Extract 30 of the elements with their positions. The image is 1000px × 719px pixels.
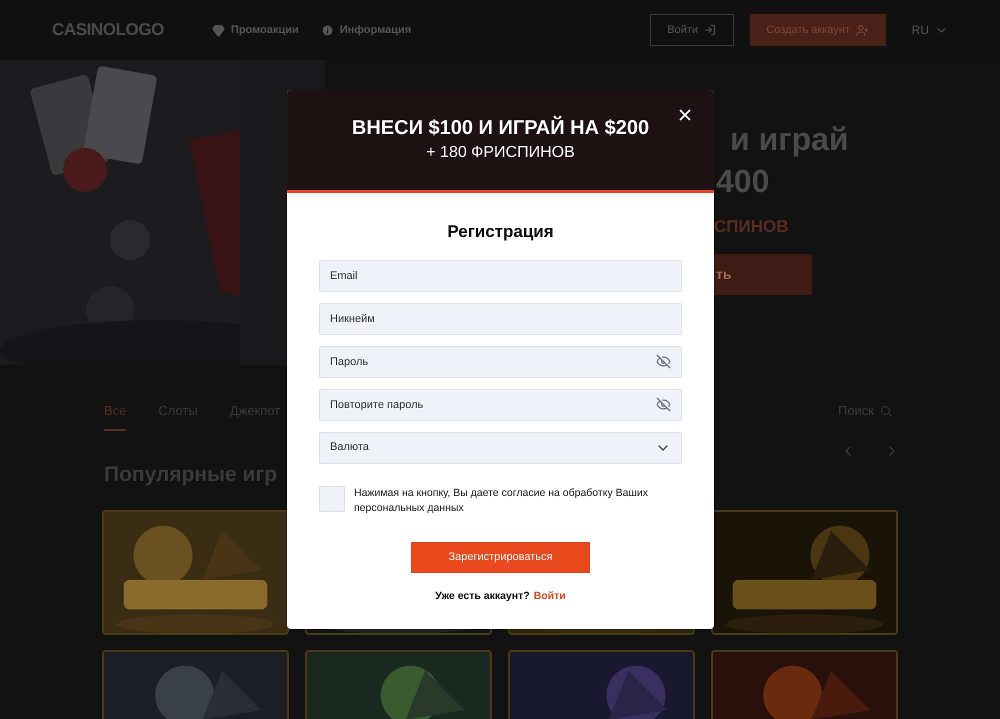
hero-bonus: СПИНОВ	[714, 216, 790, 238]
logo[interactable]: CASINOLOGO	[52, 17, 164, 43]
input-field[interactable]: Пароль	[319, 346, 682, 378]
currency-select[interactable]: Валюта	[319, 432, 682, 464]
register-button[interactable]: Зарегистрироваться	[411, 542, 590, 572]
add-user-icon	[856, 24, 869, 36]
search-icon	[880, 404, 892, 417]
hero-headline: 400	[715, 162, 770, 201]
info-icon	[320, 24, 334, 36]
hero-button[interactable]: ть	[714, 254, 812, 294]
consent-checkbox[interactable]	[319, 486, 345, 512]
diamond-icon	[212, 24, 225, 36]
category-tab[interactable]: Все	[104, 401, 126, 430]
input-field[interactable]: Email	[319, 260, 682, 292]
nav-link[interactable]: Промоакции	[212, 22, 299, 38]
input-field[interactable]: Никнейм	[319, 302, 682, 334]
dialog-heading: Регистрация	[446, 221, 555, 243]
nav-link[interactable]: Информация	[320, 22, 412, 38]
login-link[interactable]: Войти	[534, 588, 566, 604]
account-prompt: Уже есть аккаунт?	[435, 588, 530, 604]
hidden-eye-icon[interactable]	[656, 396, 671, 412]
promo-title: ВНЕСИ $100 И ИГРАЙ НА $200	[352, 115, 650, 141]
promo-subtitle: + 180 ФРИСПИНОВ	[426, 143, 575, 163]
consent-text: Нажимая на кнопку, Вы даете согласие на обработку Ваших персональных данных	[354, 486, 649, 516]
language-selector[interactable]: RU	[912, 21, 948, 39]
login-button[interactable]: Войти	[650, 14, 734, 46]
input-field[interactable]: Повторите пароль	[319, 388, 682, 420]
hidden-eye-icon[interactable]	[656, 354, 671, 368]
login-icon	[704, 24, 716, 36]
hero-headline: и играй	[729, 120, 850, 159]
